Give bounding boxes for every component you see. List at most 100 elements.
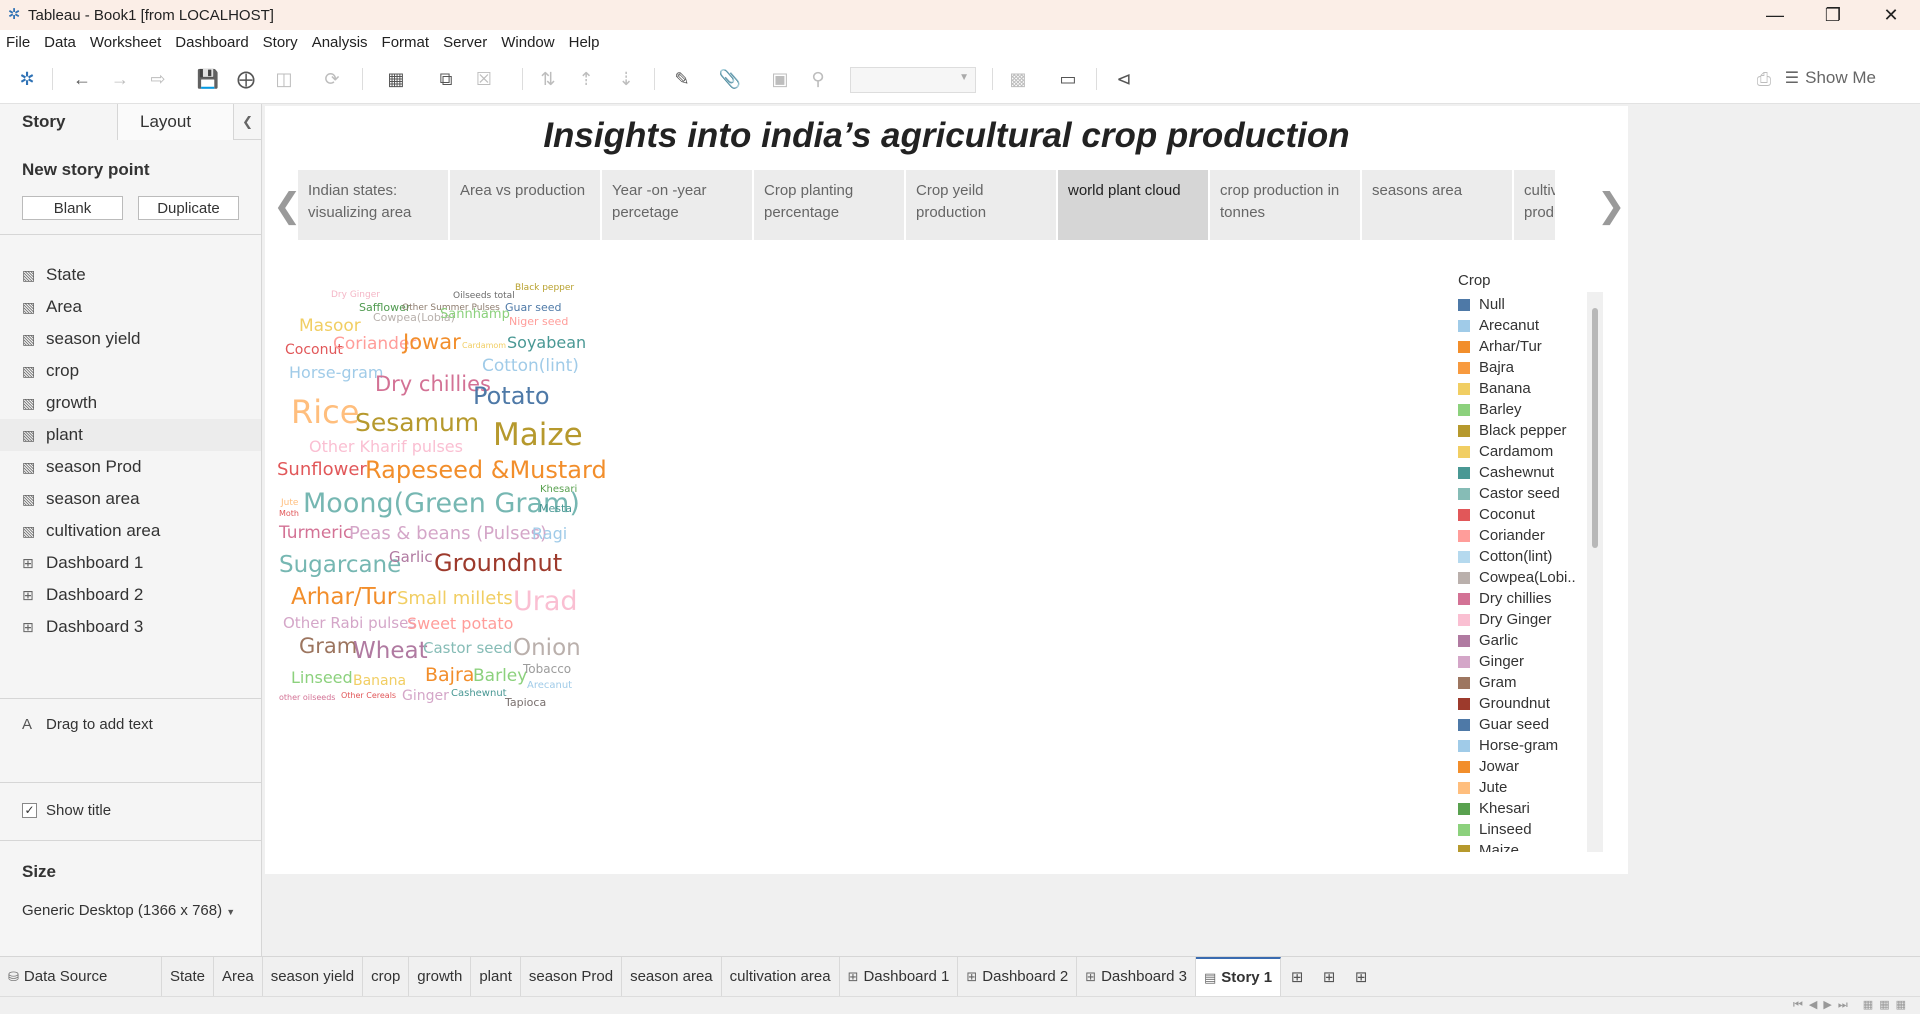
word-cloud-word[interactable]: Tobacco [523, 663, 571, 675]
legend-item[interactable]: Linseed [1458, 819, 1605, 840]
word-cloud-word[interactable]: Jowar [403, 332, 461, 353]
word-cloud-word[interactable]: Sunflower [277, 461, 367, 479]
word-cloud-word[interactable]: Horse-gram [289, 365, 383, 381]
tab-cultivation-area[interactable]: cultivation area [722, 956, 840, 997]
word-cloud-word[interactable]: Castor seed [423, 641, 512, 656]
word-cloud-word[interactable]: Small millets [397, 590, 513, 608]
tab-story-1[interactable]: ▤ Story 1 [1196, 956, 1282, 997]
legend-item[interactable]: Banana [1458, 378, 1605, 399]
sheet-item[interactable]: ▧ season area [0, 483, 261, 515]
sheet-item[interactable]: ⊞ Dashboard 3 [0, 611, 261, 643]
story-point[interactable]: Crop planting percentage [754, 170, 904, 240]
legend-item[interactable]: Garlic [1458, 630, 1605, 651]
story-point[interactable]: Indian states: visualizing area [298, 170, 448, 240]
word-cloud-word[interactable]: Moth [279, 510, 299, 518]
legend-item[interactable]: Dry Ginger [1458, 609, 1605, 630]
story-point[interactable]: Crop yeild production [906, 170, 1056, 240]
menu-server[interactable]: Server [443, 34, 487, 51]
legend-item[interactable]: Groundnut [1458, 693, 1605, 714]
next-point-icon[interactable]: ❯ [1597, 186, 1626, 226]
word-cloud-word[interactable]: Ginger [402, 689, 449, 703]
scrollbar-thumb[interactable] [1592, 308, 1598, 548]
menu-data[interactable]: Data [44, 34, 76, 51]
pin-icon[interactable]: ⚲ [806, 67, 830, 91]
word-cloud-word[interactable]: Other Rabi pulses [283, 616, 416, 631]
replay-icon[interactable]: ⇨ [146, 67, 170, 91]
story-point[interactable]: cultivation production [1514, 170, 1555, 240]
word-cloud-word[interactable]: Barley [473, 668, 527, 685]
word-cloud-word[interactable]: Urad [513, 588, 578, 615]
word-cloud-word[interactable]: Jute [281, 499, 298, 508]
word-cloud-word[interactable]: Cashewnut [451, 689, 507, 699]
menu-dashboard[interactable]: Dashboard [175, 34, 248, 51]
story-point[interactable]: Year -on -year percetage [602, 170, 752, 240]
legend-item[interactable]: Barley [1458, 399, 1605, 420]
presentation-mode-icon[interactable]: ▭ [1056, 67, 1080, 91]
highlight-icon[interactable]: ✎ [670, 67, 694, 91]
word-cloud-word[interactable]: Groundnut [434, 551, 562, 575]
word-cloud-word[interactable]: Arecanut [527, 681, 572, 691]
tab-area[interactable]: Area [214, 956, 263, 997]
legend-item[interactable]: Arhar/Tur [1458, 336, 1605, 357]
word-cloud-word[interactable]: Black pepper [515, 284, 574, 293]
share-icon[interactable]: ⊲ [1112, 67, 1136, 91]
show-labels-icon[interactable]: ▩ [1006, 67, 1030, 91]
word-cloud-word[interactable]: Garlic [389, 550, 433, 565]
pause-updates-icon[interactable]: ◫ [272, 67, 296, 91]
new-data-source-icon[interactable]: ⨁ [234, 67, 258, 91]
menu-help[interactable]: Help [569, 34, 600, 51]
legend-item[interactable]: Cowpea(Lobi.. [1458, 567, 1605, 588]
show-title-checkbox[interactable]: ✓ Show title [22, 802, 111, 819]
drag-to-add-text[interactable]: A Drag to add text [22, 716, 153, 733]
legend-item[interactable]: Castor seed [1458, 483, 1605, 504]
legend-item[interactable]: Maize [1458, 840, 1605, 852]
tab-story[interactable]: Story [0, 104, 117, 140]
word-cloud-word[interactable]: Sugarcane [279, 554, 401, 577]
legend-item[interactable]: Dry chillies [1458, 588, 1605, 609]
word-cloud-word[interactable]: Linseed [291, 670, 353, 686]
sheet-item[interactable]: ⊞ Dashboard 2 [0, 579, 261, 611]
word-cloud-word[interactable]: Guar seed [505, 302, 562, 313]
blank-button[interactable]: Blank [22, 196, 123, 220]
close-icon[interactable]: ✕ [1862, 0, 1920, 30]
sheet-item[interactable]: ⊞ Dashboard 1 [0, 547, 261, 579]
sheet-item[interactable]: ▧ State [0, 259, 261, 291]
word-cloud-word[interactable]: Bajra [425, 666, 474, 685]
show-me-button[interactable]: ☰ Show Me [1785, 68, 1876, 88]
story-point[interactable]: Area vs production [450, 170, 600, 240]
menu-format[interactable]: Format [382, 34, 430, 51]
undo-icon[interactable]: ← [70, 67, 94, 91]
legend-item[interactable]: Jowar [1458, 756, 1605, 777]
legend-item[interactable]: Guar seed [1458, 714, 1605, 735]
tab-crop[interactable]: crop [363, 956, 410, 997]
legend-item[interactable]: Arecanut [1458, 315, 1605, 336]
tab-state[interactable]: State [162, 956, 215, 997]
word-cloud-word[interactable]: Arhar/Tur [291, 586, 396, 609]
tab-season-prod[interactable]: season Prod [521, 956, 623, 997]
menu-file[interactable]: File [6, 34, 30, 51]
sheet-navigation-icons[interactable]: ⏮◀▶⏭ ▦▦▦ [1793, 998, 1912, 1012]
story-point[interactable]: crop production in tonnes [1210, 170, 1360, 240]
story-point[interactable]: world plant cloud [1058, 170, 1208, 240]
duplicate-button[interactable]: Duplicate [138, 196, 239, 220]
new-worksheet-icon[interactable]: ▦ [384, 67, 408, 91]
clear-sheet-icon[interactable]: ☒ [472, 67, 496, 91]
legend-item[interactable]: Jute [1458, 777, 1605, 798]
tab-growth[interactable]: growth [409, 956, 472, 997]
word-cloud-word[interactable]: Oilseeds total [453, 292, 515, 301]
new-worksheet-tab-icon[interactable]: ⊞ [1281, 957, 1313, 997]
word-cloud-word[interactable]: Wheat [353, 640, 428, 663]
save-icon[interactable]: 💾 [196, 67, 220, 91]
legend-scrollbar[interactable] [1587, 292, 1603, 852]
tab-season-yield[interactable]: season yield [263, 956, 364, 997]
new-story-tab-icon[interactable]: ⊞ [1345, 957, 1377, 997]
word-cloud-word[interactable]: Mesta [539, 503, 572, 514]
word-cloud-word[interactable]: Dry Ginger [331, 291, 380, 300]
redo-icon[interactable]: → [108, 67, 132, 91]
tab-dashboard-3[interactable]: ⊞ Dashboard 3 [1077, 956, 1196, 997]
word-cloud-word[interactable]: Cotton(lint) [482, 358, 579, 375]
menu-worksheet[interactable]: Worksheet [90, 34, 161, 51]
duplicate-sheet-icon[interactable]: ⧉ [434, 67, 458, 91]
legend-item[interactable]: Gram [1458, 672, 1605, 693]
legend-item[interactable]: Coconut [1458, 504, 1605, 525]
